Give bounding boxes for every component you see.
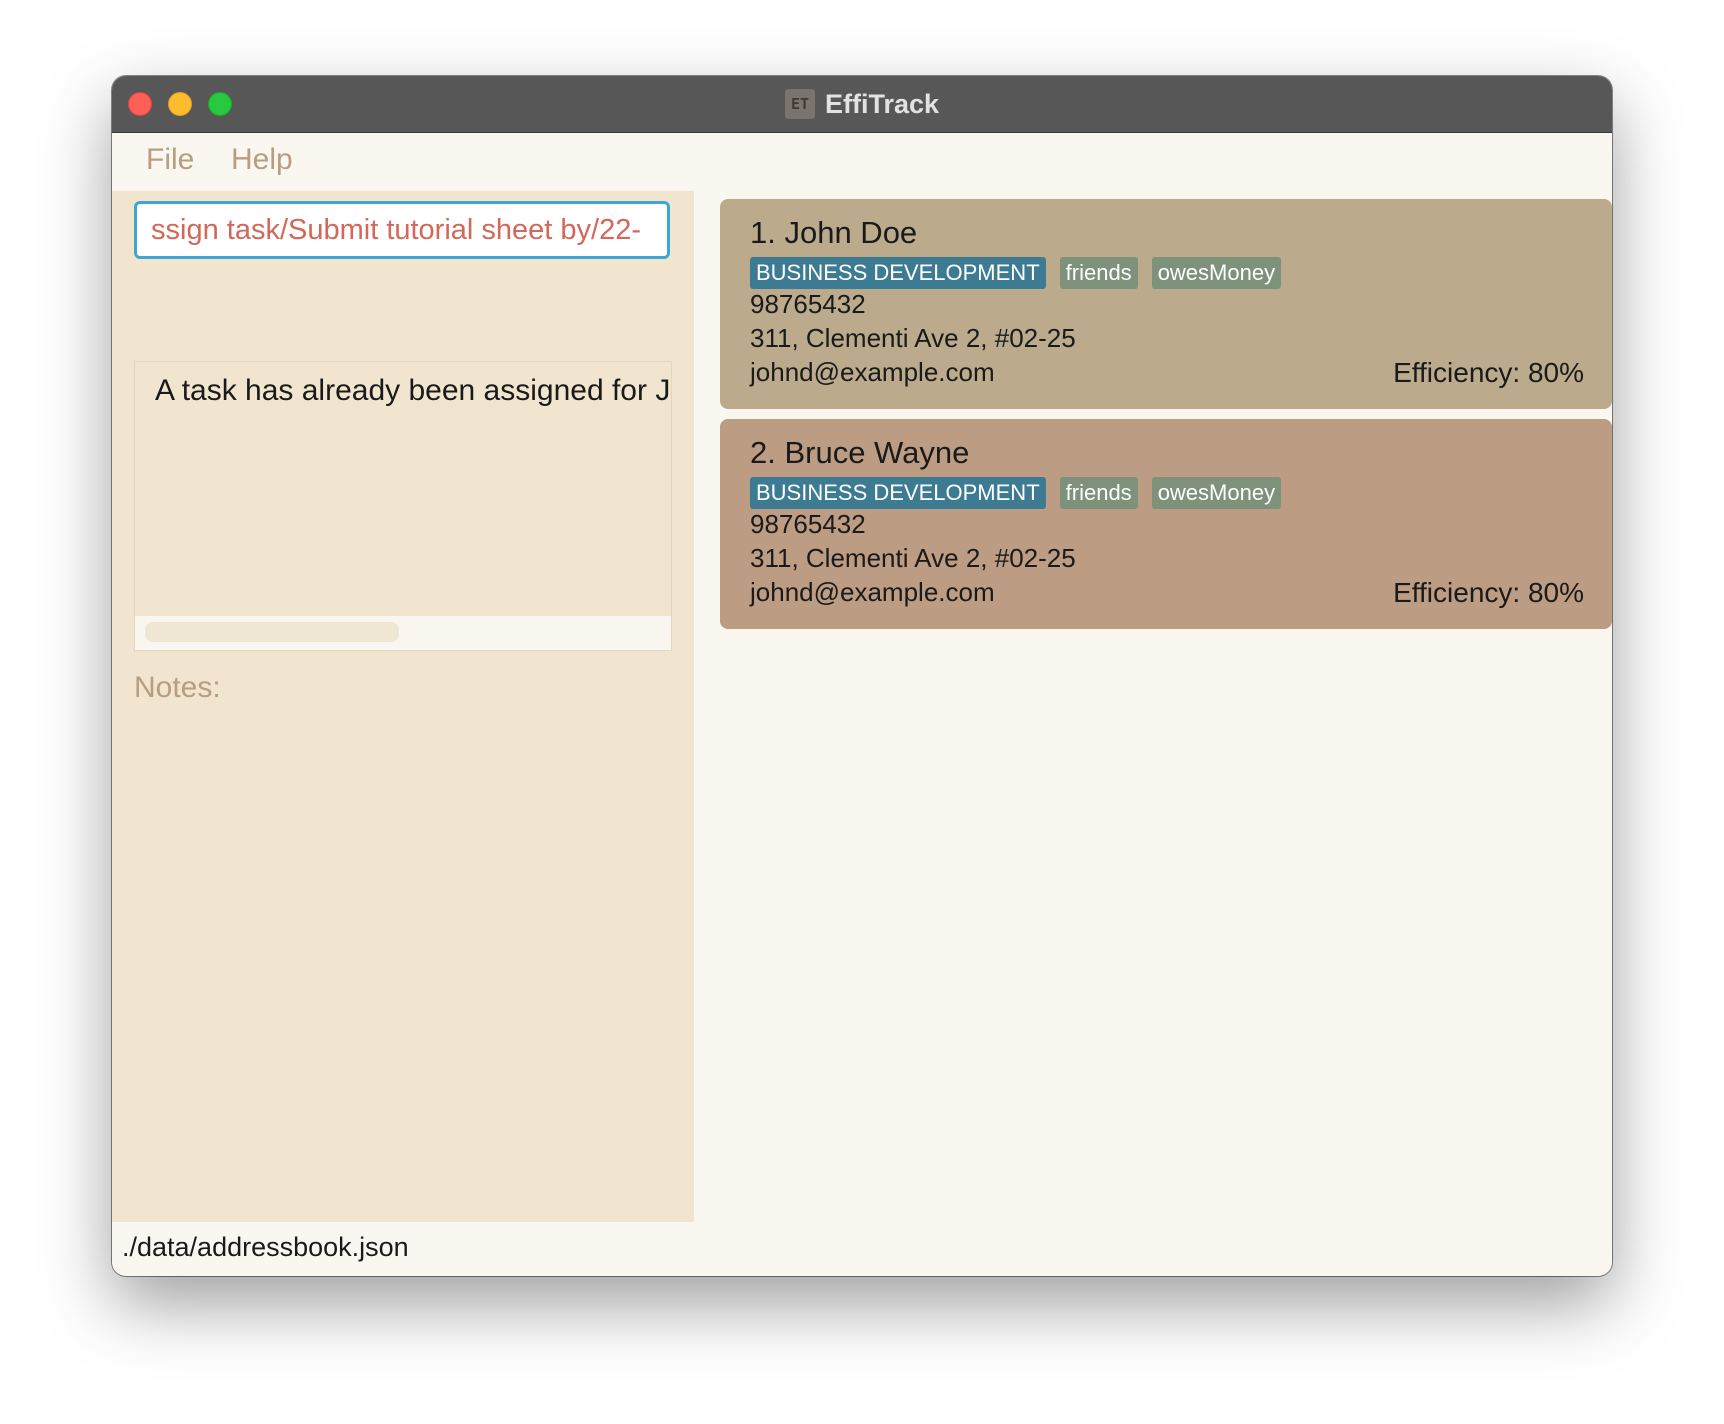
department-tag: BUSINESS DEVELOPMENT (750, 477, 1046, 509)
person-phone: 98765432 (750, 509, 866, 539)
person-address: 311, Clementi Ave 2, #02-25 (750, 543, 1076, 573)
person-efficiency: Efficiency: 80% (1393, 357, 1584, 388)
tag: owesMoney (1151, 257, 1282, 289)
result-display[interactable]: A task has already been assigned for Jo (134, 361, 672, 651)
window-title-group: ET EffiTrack (112, 76, 1612, 132)
person-efficiency: Efficiency: 80% (1393, 577, 1584, 608)
title-bar: ET EffiTrack (112, 76, 1612, 133)
window-title: EffiTrack (824, 88, 940, 119)
app-logo-icon: ET (784, 89, 815, 119)
person-address: 311, Clementi Ave 2, #02-25 (750, 323, 1076, 353)
tag: friends (1059, 477, 1138, 509)
person-card[interactable]: 2. Bruce Wayne BUSINESS DEVELOPMENT frie… (720, 419, 1612, 629)
result-message: A task has already been assigned for Jo (155, 374, 672, 407)
person-email: johnd@example.com (750, 577, 995, 607)
command-input[interactable]: ssign task/Submit tutorial sheet by/22- (134, 201, 670, 259)
save-location-path: ./data/addressbook.json (122, 1232, 409, 1262)
person-email: johnd@example.com (750, 357, 995, 387)
person-list-panel[interactable]: 1. John Doe BUSINESS DEVELOPMENT friends… (694, 191, 1612, 1222)
person-name: 2. Bruce Wayne (750, 435, 970, 470)
person-card[interactable]: 1. John Doe BUSINESS DEVELOPMENT friends… (720, 199, 1612, 409)
person-phone: 98765432 (750, 289, 866, 319)
result-display-content: A task has already been assigned for Jo (135, 362, 671, 616)
menu-help[interactable]: Help (231, 143, 293, 177)
tag: owesMoney (1151, 477, 1282, 509)
status-bar: ./data/addressbook.json (112, 1222, 1612, 1276)
tag-list: BUSINESS DEVELOPMENT friends owesMoney (750, 477, 1282, 509)
result-horizontal-scrollbar[interactable] (145, 622, 399, 642)
menu-file[interactable]: File (146, 143, 194, 177)
app-window: ET EffiTrack File Help ssign task/Submit… (112, 76, 1612, 1276)
department-tag: BUSINESS DEVELOPMENT (750, 257, 1046, 289)
menu-bar: File Help (112, 133, 1612, 191)
tag-list: BUSINESS DEVELOPMENT friends owesMoney (750, 257, 1282, 289)
person-name: 1. John Doe (750, 215, 918, 250)
command-input-text: ssign task/Submit tutorial sheet by/22- (151, 214, 642, 246)
notes-label: Notes: (134, 671, 221, 704)
tag: friends (1059, 257, 1138, 289)
left-panel: ssign task/Submit tutorial sheet by/22- … (112, 191, 694, 1222)
